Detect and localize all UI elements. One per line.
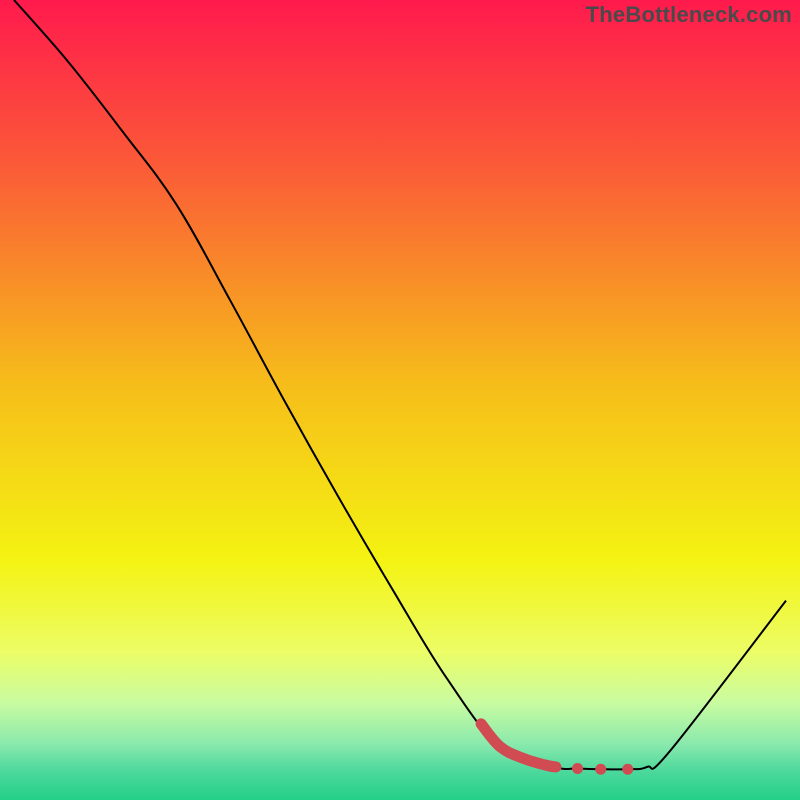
highlight-dot [595, 764, 606, 775]
highlight-segment [481, 724, 556, 767]
highlight-dot [572, 763, 583, 774]
highlight-dot [622, 764, 633, 775]
highlight-dots [572, 763, 633, 775]
bottleneck-curve [14, 0, 786, 769]
watermark-text: TheBottleneck.com [586, 2, 792, 28]
chart-stage: TheBottleneck.com [0, 0, 800, 800]
plot-layer [0, 0, 800, 800]
